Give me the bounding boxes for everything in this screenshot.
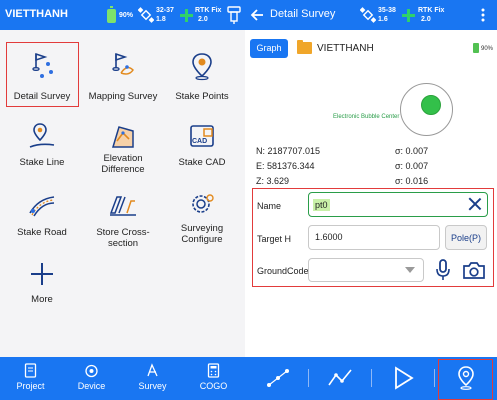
nav-label: Device bbox=[77, 381, 106, 391]
tile-label: Stake Line bbox=[19, 157, 65, 168]
stake-line-tile[interactable]: Stake Line bbox=[2, 115, 82, 183]
device-icon bbox=[85, 364, 98, 378]
receiver-battery-level: 90% bbox=[481, 46, 494, 52]
satellite-icon bbox=[360, 7, 376, 23]
rtk-status: RTK Fix bbox=[418, 7, 445, 14]
pdop-value: 1.6 bbox=[378, 16, 388, 23]
calculator-icon bbox=[207, 363, 220, 378]
nav-label: COGO bbox=[199, 381, 228, 391]
battery-level: 90% bbox=[119, 12, 134, 19]
clear-icon[interactable] bbox=[468, 197, 482, 211]
polyline-icon[interactable] bbox=[327, 365, 353, 391]
bubble-center-label: Electronic Bubble Center bbox=[333, 114, 400, 120]
more-options-icon[interactable] bbox=[481, 8, 485, 22]
document-icon bbox=[24, 363, 37, 378]
tile-label: Elevation Difference bbox=[101, 153, 145, 175]
nav-label: Survey bbox=[138, 381, 167, 391]
name-input[interactable]: pt0 bbox=[308, 192, 488, 217]
nav-survey[interactable]: Survey bbox=[122, 357, 183, 400]
tile-label: Mapping Survey bbox=[88, 91, 158, 102]
cad-icon: CAD bbox=[190, 125, 214, 147]
page-title: Detail Survey bbox=[270, 8, 336, 20]
toolbar-divider bbox=[434, 369, 435, 387]
rtk-value: 2.0 bbox=[421, 16, 431, 23]
surveying-configure-tile[interactable]: Surveying Configure bbox=[162, 183, 242, 251]
nav-label: Project bbox=[16, 381, 45, 391]
nav-device[interactable]: Device bbox=[61, 357, 122, 400]
camera-icon[interactable] bbox=[462, 260, 486, 280]
mapping-survey-tile[interactable]: Mapping Survey bbox=[83, 44, 163, 112]
tile-label: Stake CAD bbox=[178, 157, 226, 168]
target-height-input[interactable]: 1.6000 bbox=[308, 225, 440, 250]
battery-icon bbox=[107, 6, 116, 23]
stake-cad-tile[interactable]: CAD Stake CAD bbox=[162, 115, 242, 183]
stake-points-tile[interactable]: Stake Points bbox=[162, 44, 242, 112]
microphone-icon[interactable] bbox=[435, 258, 451, 282]
play-icon[interactable] bbox=[390, 365, 416, 391]
bottom-navigation: Project Device Survey COGO bbox=[0, 357, 245, 400]
receiver-device-icon[interactable] bbox=[227, 6, 241, 24]
home-screen: VIETTHANH 90% 32-37 1.8 RTK Fix 2.0 Deta… bbox=[0, 0, 245, 400]
plus-icon bbox=[31, 263, 53, 285]
satellite-count: 35-38 bbox=[378, 7, 396, 14]
detail-survey-highlight bbox=[6, 42, 79, 107]
target-height-label: Target H bbox=[257, 234, 292, 244]
chevron-down-icon bbox=[405, 267, 415, 273]
sigma-e: σ: 0.007 bbox=[395, 161, 429, 171]
tile-label: Stake Road bbox=[17, 227, 67, 238]
gear-icon bbox=[192, 194, 214, 213]
tile-label: Surveying Configure bbox=[180, 223, 224, 245]
pdop-value: 1.8 bbox=[156, 16, 166, 23]
svg-text:CAD: CAD bbox=[192, 138, 207, 145]
back-arrow-icon[interactable] bbox=[250, 8, 264, 22]
line-points-icon[interactable] bbox=[265, 365, 291, 391]
map-pin-icon bbox=[192, 53, 212, 81]
pole-button[interactable]: Pole(P) bbox=[445, 225, 487, 250]
sigma-z: σ: 0.016 bbox=[395, 176, 429, 186]
more-tile[interactable]: More bbox=[2, 252, 82, 320]
easting: E: 581376.344 bbox=[256, 161, 315, 171]
ground-code-select[interactable] bbox=[308, 258, 424, 282]
rtk-fix-icon bbox=[180, 9, 193, 22]
elevation-difference-tile[interactable]: Elevation Difference bbox=[83, 115, 163, 183]
pin-tool-highlight bbox=[438, 359, 493, 400]
pin-line-icon bbox=[29, 123, 55, 148]
sigma-n: σ: 0.007 bbox=[395, 146, 429, 156]
name-label: Name bbox=[257, 201, 282, 211]
flag-line-icon bbox=[112, 52, 134, 75]
graph-button[interactable]: Graph bbox=[250, 39, 288, 58]
elevation-icon bbox=[111, 126, 134, 148]
nav-project[interactable]: Project bbox=[0, 357, 61, 400]
road-icon bbox=[29, 196, 55, 217]
cross-section-icon bbox=[109, 196, 136, 216]
rtk-status: RTK Fix bbox=[195, 7, 222, 14]
home-status-bar: VIETTHANH 90% 32-37 1.8 RTK Fix 2.0 bbox=[0, 0, 245, 30]
receiver-battery-icon bbox=[473, 43, 479, 53]
tile-label: Store Cross-section bbox=[96, 227, 150, 249]
stake-road-tile[interactable]: Stake Road bbox=[2, 183, 82, 251]
northing: N: 2187707.015 bbox=[256, 146, 321, 156]
app-title: VIETTHANH bbox=[5, 8, 68, 20]
detail-survey-header: Detail Survey 35-38 1.6 RTK Fix 2.0 bbox=[245, 0, 497, 30]
store-cross-section-tile[interactable]: Store Cross-section bbox=[83, 183, 163, 251]
toolbar-divider bbox=[308, 369, 309, 387]
satellite-count: 32-37 bbox=[156, 7, 174, 14]
toolbar-divider bbox=[371, 369, 372, 387]
nav-cogo[interactable]: COGO bbox=[183, 357, 244, 400]
name-value: pt0 bbox=[313, 199, 330, 211]
target-height-value: 1.6000 bbox=[315, 232, 343, 242]
folder-icon bbox=[297, 40, 312, 54]
project-name: VIETTHANH bbox=[317, 43, 374, 54]
detail-survey-screen: Detail Survey 35-38 1.6 RTK Fix 2.0 Grap… bbox=[245, 0, 497, 400]
rtk-value: 2.0 bbox=[198, 16, 208, 23]
ground-code-label: GroundCode bbox=[257, 266, 309, 276]
survey-icon bbox=[147, 363, 158, 377]
elevation: Z: 3.629 bbox=[256, 176, 290, 186]
satellite-icon bbox=[138, 7, 154, 23]
tile-label: Stake Points bbox=[175, 91, 229, 102]
tile-label: More bbox=[31, 294, 53, 305]
bubble-indicator bbox=[421, 95, 441, 115]
rtk-fix-icon bbox=[402, 9, 415, 22]
